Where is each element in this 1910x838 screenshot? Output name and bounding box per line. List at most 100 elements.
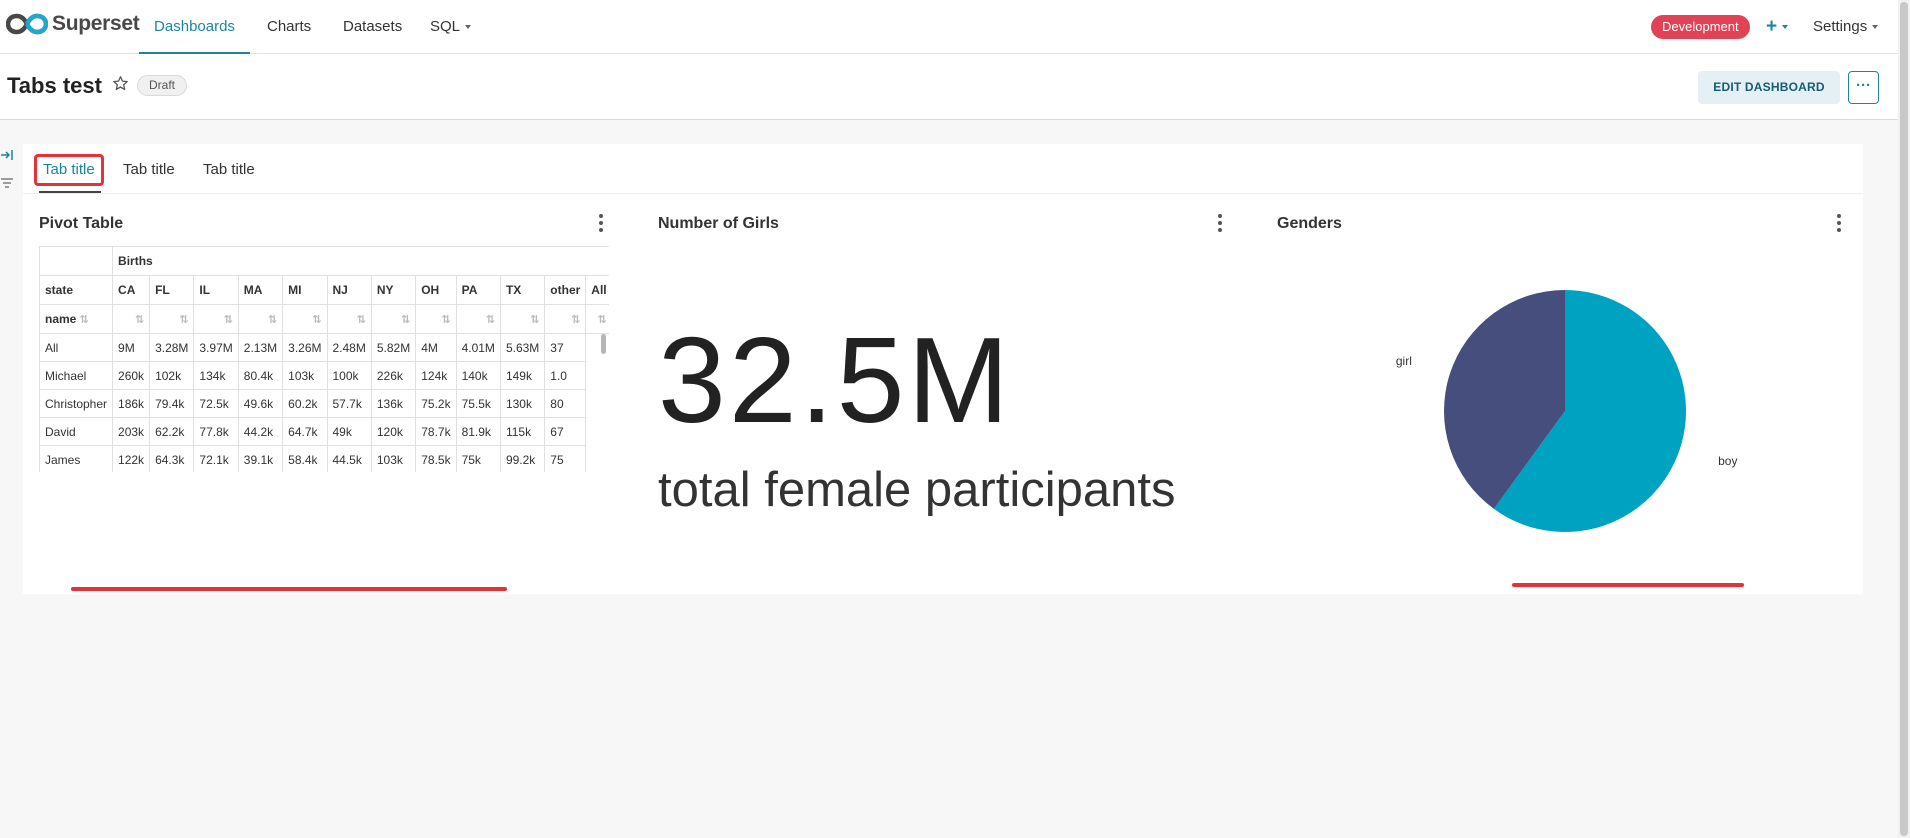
environment-badge: Development <box>1651 15 1750 39</box>
table-cell: 75 <box>544 445 587 472</box>
pivot-column-header: NJ <box>326 275 372 305</box>
sort-icon[interactable]: ⇅ <box>79 314 88 326</box>
tab-1[interactable]: Tab title <box>34 154 104 186</box>
pivot-column-header: OH <box>415 275 457 305</box>
table-cell: 9M <box>112 333 151 362</box>
nav-datasets[interactable]: Datasets <box>343 0 402 54</box>
more-options-button[interactable]: ··· <box>1848 71 1879 104</box>
pivot-corner <box>39 246 114 276</box>
active-tab-indicator <box>39 191 101 193</box>
nav-charts[interactable]: Charts <box>267 0 311 54</box>
sort-icon[interactable]: ⇅ <box>499 304 546 334</box>
pivot-vertical-scrollbar[interactable] <box>599 334 608 572</box>
pie-label-girl: girl <box>1396 354 1412 368</box>
table-cell: 78.5k <box>415 445 457 472</box>
table-cell: 39.1k <box>237 445 284 472</box>
kebab-menu-icon[interactable] <box>597 214 605 232</box>
table-cell: 186k <box>112 389 151 418</box>
plus-icon: + <box>1766 16 1778 37</box>
pivot-column-header: MA <box>237 275 284 305</box>
table-cell: 130k <box>499 389 546 418</box>
table-cell: 79.4k <box>149 389 195 418</box>
pivot-column-header: PA <box>455 275 501 305</box>
dashboard-title[interactable]: Tabs test <box>7 73 102 99</box>
table-cell: 78.7k <box>415 417 457 446</box>
scrollbar-thumb[interactable] <box>601 334 606 354</box>
expand-panel-icon[interactable] <box>0 148 14 162</box>
table-cell: 81.9k <box>455 417 501 446</box>
pivot-column-header: NY <box>370 275 417 305</box>
table-row: All 9M 3.28M 3.97M 2.13M 3.26M 2.48M 5.82M 4M 4.0… <box>39 333 610 362</box>
table-cell: 3.28M <box>149 333 195 362</box>
sort-icon[interactable]: ⇅ <box>415 304 457 334</box>
page-scrollbar[interactable] <box>1898 0 1910 838</box>
sort-icon[interactable]: ⇅ <box>326 304 372 334</box>
table-row: Christopher 186k 79.4k 72.5k 49.6k 60.2k 57.7k… <box>39 389 610 418</box>
scrollbar-thumb[interactable] <box>1900 2 1908 836</box>
pivot-column-header: MI <box>282 275 328 305</box>
table-cell: 37 <box>544 333 587 362</box>
table-cell: 75.2k <box>415 389 457 418</box>
table-cell: 64.7k <box>282 417 328 446</box>
sort-icon[interactable]: ⇅ <box>585 304 609 334</box>
sort-icon[interactable]: ⇅ <box>237 304 284 334</box>
superset-logo[interactable]: Superset <box>6 12 140 36</box>
table-row: Michael 260k 102k 134k 80.4k 103k 100k 226k 124k… <box>39 361 610 390</box>
table-cell: 4.01M <box>455 333 501 362</box>
table-cell: 2.48M <box>326 333 372 362</box>
table-cell: 122k <box>112 445 151 472</box>
dashboard-header: Tabs test Draft EDIT DASHBOARD ··· <box>0 54 1898 120</box>
tab-3[interactable]: Tab title <box>203 154 255 186</box>
pivot-column-header: IL <box>193 275 239 305</box>
status-badge[interactable]: Draft <box>137 75 188 96</box>
sort-icon[interactable]: ⇅ <box>455 304 501 334</box>
chevron-down-icon <box>1782 24 1789 29</box>
sort-icon[interactable]: ⇅ <box>282 304 328 334</box>
table-cell: 57.7k <box>326 389 372 418</box>
table-cell: 3.26M <box>282 333 328 362</box>
settings-menu[interactable]: Settings <box>1813 0 1879 54</box>
pivot-column-header: CA <box>112 275 151 305</box>
pivot-row-dim-label[interactable]: name ⇅ <box>39 304 114 334</box>
tab-2[interactable]: Tab title <box>123 154 175 186</box>
table-cell: 140k <box>455 361 501 390</box>
table-cell: 58.4k <box>282 445 328 472</box>
table-cell: 260k <box>112 361 151 390</box>
nav-sql[interactable]: SQL <box>430 0 472 54</box>
table-cell: 203k <box>112 417 151 446</box>
table-cell: 60.2k <box>282 389 328 418</box>
pivot-table: Births state CA FL IL MA MI NJ NY OH PA TX other Al… <box>39 246 609 472</box>
row-label: Christopher <box>39 389 114 418</box>
big-number-value: 32.5M <box>658 312 1013 448</box>
table-cell: 80.4k <box>237 361 284 390</box>
sort-icon[interactable]: ⇅ <box>544 304 587 334</box>
edit-dashboard-button[interactable]: EDIT DASHBOARD <box>1698 71 1840 104</box>
gender-pie-chart: boy girl <box>1396 290 1737 532</box>
nav-dashboards[interactable]: Dashboards <box>139 0 250 54</box>
row-label: James <box>39 445 114 472</box>
table-cell: 75.5k <box>455 389 501 418</box>
filter-icon[interactable] <box>0 176 14 190</box>
table-cell: 72.5k <box>193 389 239 418</box>
table-cell: 2.13M <box>237 333 284 362</box>
table-cell: 1.0 <box>544 361 587 390</box>
new-item-button[interactable]: + <box>1766 13 1789 41</box>
sort-icon[interactable]: ⇅ <box>112 304 151 334</box>
chevron-down-icon <box>465 25 472 30</box>
table-cell: 103k <box>370 445 417 472</box>
pivot-table-title: Pivot Table <box>39 215 124 232</box>
sort-icon[interactable]: ⇅ <box>149 304 195 334</box>
table-cell: 103k <box>282 361 328 390</box>
sort-icon[interactable]: ⇅ <box>370 304 417 334</box>
sort-icon[interactable]: ⇅ <box>193 304 239 334</box>
table-cell: 72.1k <box>193 445 239 472</box>
row-label: David <box>39 417 114 446</box>
kebab-menu-icon[interactable] <box>1216 214 1224 232</box>
big-number-title: Number of Girls <box>658 215 779 232</box>
star-icon[interactable] <box>112 75 129 92</box>
brand-name: Superset <box>52 12 140 35</box>
pivot-column-header: All <box>585 275 609 305</box>
kebab-menu-icon[interactable] <box>1835 214 1843 232</box>
big-number-subtitle: total female participants <box>658 463 1176 517</box>
table-cell: 5.63M <box>499 333 546 362</box>
